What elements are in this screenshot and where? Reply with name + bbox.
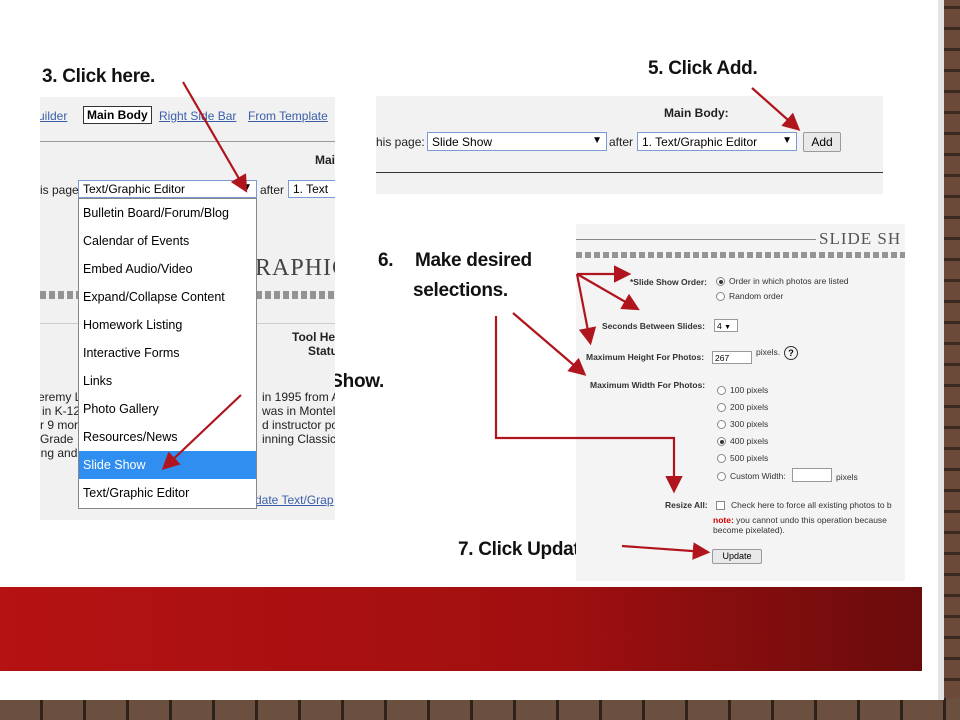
arrow-step-5 <box>751 87 801 131</box>
arrow-step-6-resize <box>494 316 683 494</box>
arrow-step-6-seconds <box>576 273 640 311</box>
arrow-step-7 <box>621 542 711 560</box>
arrow-step-6-width <box>512 312 587 376</box>
annotation-arrows <box>161 81 801 560</box>
slide: 3. Click here. 5. Click Add. 6. Make des… <box>0 0 944 700</box>
arrow-step-3 <box>182 81 248 193</box>
brick-wall-bottom <box>0 698 960 720</box>
arrow-step-4 <box>161 394 242 471</box>
arrow-step-6-height <box>575 273 597 346</box>
